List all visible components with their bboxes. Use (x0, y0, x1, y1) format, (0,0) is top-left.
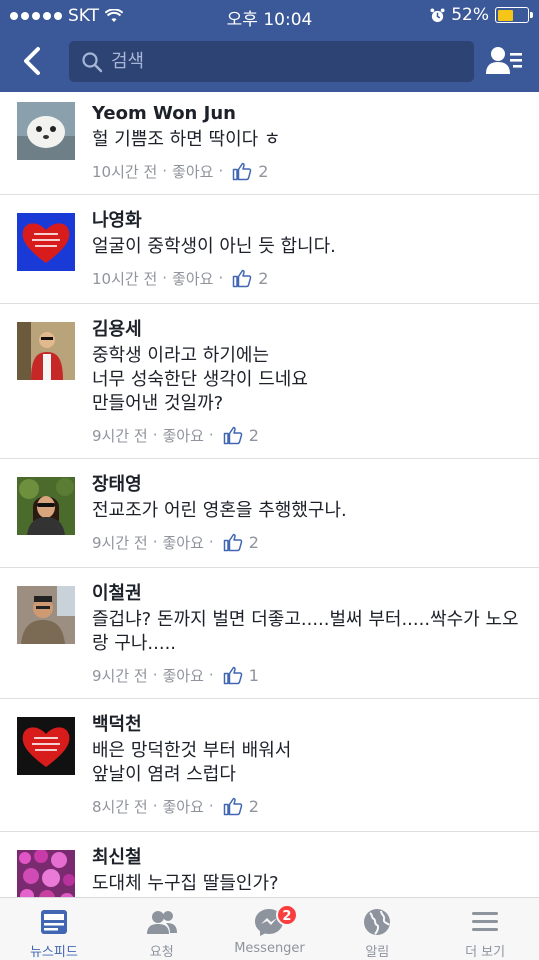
top-bar: SKT 오후 10:04 52% (0, 0, 539, 92)
news-feed-icon (40, 910, 67, 934)
like-button[interactable]: 좋아요 (172, 161, 213, 182)
timestamp: 10시간 전 (92, 162, 158, 181)
search-bar[interactable] (69, 41, 474, 82)
comment-text: 헐 기쁨조 하면 딱이다 ㅎ (92, 129, 281, 150)
avatar[interactable] (17, 586, 75, 644)
like-button[interactable]: 좋아요 (163, 425, 204, 446)
alarm-icon (430, 7, 445, 22)
like-count: 2 (248, 532, 259, 552)
bottom-tab-bar: 뉴스피드 요청 Messenger 2 알림 더 보기 (0, 897, 539, 960)
avatar[interactable] (17, 213, 75, 271)
avatar[interactable] (17, 477, 75, 535)
commenter-name[interactable]: 이철권 (92, 582, 525, 606)
tab-label: 요청 (149, 945, 174, 960)
avatar[interactable] (17, 717, 75, 775)
chevron-left-icon[interactable] (12, 41, 52, 81)
like-count: 1 (248, 665, 259, 685)
search-input[interactable] (111, 51, 451, 72)
avatar[interactable] (17, 102, 75, 160)
status-bar: SKT 오후 10:04 52% (0, 0, 539, 32)
red-heart-photo-icon (17, 213, 75, 271)
comment-text: 얼굴이 중학생이 아닌 듯 합니다. (92, 236, 336, 257)
flowers-photo-icon (17, 850, 75, 897)
like-button[interactable]: 좋아요 (163, 665, 204, 686)
comment-list[interactable]: Yeom Won Jun 헐 기쁨조 하면 딱이다 ㅎ 10시간 전 · 좋아요… (0, 92, 539, 897)
like-count: 2 (248, 425, 259, 445)
menu-icon (472, 912, 499, 931)
commenter-name[interactable]: 김용세 (92, 318, 525, 342)
tab-notifications[interactable]: 알림 (323, 898, 431, 960)
comment-meta: 8시간 전 · 좋아요 · 2 (92, 796, 259, 817)
commenter-name[interactable]: Yeom Won Jun (92, 102, 525, 126)
comment-meta: 10시간 전 · 좋아요 · 2 (92, 268, 269, 289)
tab-label: 뉴스피드 (29, 945, 78, 960)
comment-item: 백덕천 배은 망덕한것 부터 배워서 앞날이 염려 스럽다 8시간 전 · 좋아… (0, 699, 539, 832)
like-count: 2 (258, 268, 269, 288)
comment-meta: 9시간 전 · 좋아요 · 2 (92, 425, 259, 446)
red-heart-photo-icon (17, 717, 75, 775)
timestamp: 9시간 전 (92, 426, 148, 445)
thumbs-up-icon (232, 162, 252, 181)
like-button[interactable]: 좋아요 (163, 796, 204, 817)
friend-requests-icon (146, 911, 177, 934)
comment-item: 나영화 얼굴이 중학생이 아닌 듯 합니다. 10시간 전 · 좋아요 · 2 (0, 195, 539, 304)
timestamp: 9시간 전 (92, 666, 148, 685)
comment-item: Yeom Won Jun 헐 기쁨조 하면 딱이다 ㅎ 10시간 전 · 좋아요… (0, 92, 539, 195)
tab-label: Messenger (234, 941, 305, 956)
tab-friend-requests[interactable]: 요청 (108, 898, 216, 960)
comment-meta: 9시간 전 · 좋아요 · 1 (92, 665, 259, 686)
avatar[interactable] (17, 850, 75, 897)
battery-percent: 52% (451, 5, 489, 25)
comment-text: 전교조가 어린 영혼을 추행했구나. (92, 500, 347, 521)
man-photo-icon (17, 586, 75, 644)
thumbs-up-icon (223, 797, 242, 816)
battery-icon (495, 7, 533, 23)
commenter-name[interactable]: 백덕천 (92, 713, 525, 737)
man-photo-icon (17, 322, 75, 380)
globe-icon (364, 909, 391, 935)
like-count: 2 (258, 161, 269, 181)
timestamp: 8시간 전 (92, 797, 148, 816)
tab-label: 알림 (365, 945, 390, 960)
comment-meta: 10시간 전 · 좋아요 · 2 (92, 161, 269, 182)
tab-more[interactable]: 더 보기 (431, 898, 539, 960)
commenter-name[interactable]: 나영화 (92, 209, 525, 233)
comment-text: 즐겁냐? 돈까지 벌면 더좋고.....벌써 부터.....싹수가 노오랑 구나… (92, 609, 519, 654)
tab-label: 더 보기 (465, 945, 506, 960)
comment-text: 도대체 누구집 딸들인가? (92, 873, 279, 894)
nav-row (0, 32, 539, 92)
seal-photo-icon (17, 102, 75, 160)
like-button[interactable]: 좋아요 (163, 532, 204, 553)
woman-sunglasses-photo-icon (17, 477, 75, 535)
commenter-name[interactable]: 최신철 (92, 846, 525, 870)
timestamp: 9시간 전 (92, 533, 148, 552)
friend-list-icon[interactable] (485, 44, 523, 78)
comment-item: 김용세 중학생 이라고 하기에는 너무 성숙한단 생각이 드네요 만들어낸 것일… (0, 304, 539, 459)
comment-text: 배은 망덕한것 부터 배워서 앞날이 염려 스럽다 (92, 740, 292, 785)
tab-news-feed[interactable]: 뉴스피드 (0, 898, 108, 960)
comment-text: 중학생 이라고 하기에는 너무 성숙한단 생각이 드네요 만들어낸 것일까? (92, 345, 308, 414)
comment-item: 이철권 즐겁냐? 돈까지 벌면 더좋고.....벌써 부터.....싹수가 노오… (0, 568, 539, 699)
like-count: 2 (248, 796, 259, 816)
thumbs-up-icon (232, 269, 252, 288)
commenter-name[interactable]: 장태영 (92, 473, 525, 497)
search-icon (82, 51, 103, 72)
comment-item: 최신철 도대체 누구집 딸들인가? (0, 832, 539, 897)
like-button[interactable]: 좋아요 (172, 268, 213, 289)
tab-messenger[interactable]: Messenger 2 (216, 898, 324, 960)
thumbs-up-icon (223, 533, 242, 552)
thumbs-up-icon (223, 666, 242, 685)
notification-badge: 2 (275, 904, 298, 926)
comment-meta: 9시간 전 · 좋아요 · 2 (92, 532, 259, 553)
avatar[interactable] (17, 322, 75, 380)
comment-item: 장태영 전교조가 어린 영혼을 추행했구나. 9시간 전 · 좋아요 · 2 (0, 459, 539, 568)
timestamp: 10시간 전 (92, 269, 158, 288)
thumbs-up-icon (223, 426, 242, 445)
